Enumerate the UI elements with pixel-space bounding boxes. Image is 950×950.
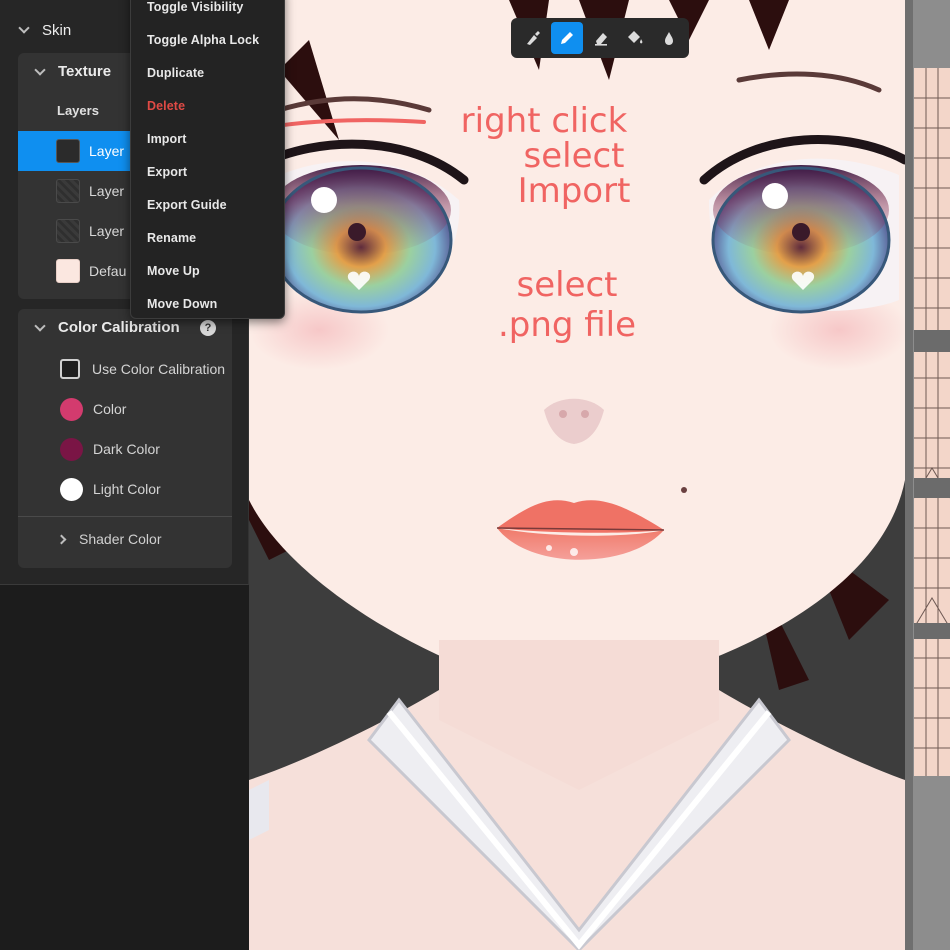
layer-thumbnail [56, 259, 80, 283]
light-color-swatch[interactable] [60, 477, 83, 501]
layer-label: Layer [89, 223, 125, 239]
pencil-icon [561, 32, 573, 44]
divider [18, 516, 232, 517]
menu-item-delete[interactable]: Delete [147, 99, 185, 113]
menu-item-move-up[interactable]: Move Up [147, 264, 200, 278]
menu-item-toggle-alpha-lock[interactable]: Toggle Alpha Lock [147, 33, 259, 47]
color-calibration-title: Color Calibration [58, 319, 180, 336]
brush-tool[interactable] [517, 22, 549, 54]
texture-title: Texture [58, 63, 112, 80]
color-swatch[interactable] [60, 397, 83, 421]
avatar-face-render: right click select Import select .png fi… [249, 0, 905, 950]
eraser-icon [595, 33, 607, 46]
annotation-line-2: select [523, 136, 624, 176]
annotation-line-3: Import [518, 171, 631, 211]
dark-color-label: Dark Color [93, 441, 160, 457]
uv-texture-preview[interactable] [905, 0, 950, 950]
layer-thumbnail [56, 139, 80, 163]
menu-item-toggle-visibility[interactable]: Toggle Visibility [147, 0, 243, 14]
uv-sheet [913, 68, 950, 776]
layer-label: Layer [89, 183, 125, 199]
layer-context-menu: Toggle Visibility Toggle Alpha Lock Dupl… [130, 0, 285, 319]
texture-header[interactable]: Texture [34, 63, 112, 80]
layers-label: Layers [57, 103, 99, 118]
dark-color-swatch[interactable] [60, 437, 83, 461]
menu-item-move-down[interactable]: Move Down [147, 297, 217, 311]
fill-tool[interactable] [619, 22, 651, 54]
shader-color-label: Shader Color [79, 531, 162, 547]
annotation-line-5: .png file [498, 305, 636, 345]
use-color-calibration-toggle[interactable]: Use Color Calibration [60, 349, 225, 389]
color-label: Color [93, 401, 127, 417]
eyedropper-tool[interactable] [653, 22, 685, 54]
menu-item-duplicate[interactable]: Duplicate [147, 66, 204, 80]
chevron-right-icon [56, 534, 67, 544]
color-row[interactable]: Color [60, 389, 126, 429]
pencil-tool[interactable] [551, 22, 583, 54]
menu-item-export[interactable]: Export [147, 165, 187, 179]
menu-item-import[interactable]: Import [147, 132, 187, 146]
eraser-tool[interactable] [585, 22, 617, 54]
eyedropper-icon [665, 32, 673, 45]
panel-splitter[interactable] [905, 0, 913, 950]
light-color-row[interactable]: Light Color [60, 469, 161, 509]
menu-item-export-guide[interactable]: Export Guide [147, 198, 227, 212]
help-icon[interactable]: ? [200, 320, 216, 336]
annotation-line-1: right click [461, 101, 628, 141]
annotation-line-4: select [516, 265, 617, 305]
layer-label: Defau [89, 263, 127, 279]
use-color-calibration-label: Use Color Calibration [92, 361, 226, 377]
uv-grid [913, 68, 950, 776]
layer-thumbnail [56, 219, 80, 243]
color-calibration-card: Color Calibration ? Use Color Calibratio… [18, 309, 232, 568]
layer-label: Layer [89, 143, 125, 159]
chevron-down-icon [34, 63, 46, 76]
brush-icon [527, 31, 540, 45]
dark-color-row[interactable]: Dark Color [60, 429, 160, 469]
use-color-calibration-checkbox[interactable] [60, 359, 80, 379]
3d-viewport[interactable]: right click select Import select .png fi… [249, 0, 905, 950]
skin-section-title: Skin [42, 21, 72, 39]
menu-item-rename[interactable]: Rename [147, 231, 196, 245]
fill-bucket-icon [628, 31, 643, 44]
color-calibration-header[interactable]: Color Calibration [34, 319, 180, 336]
light-color-label: Light Color [93, 481, 161, 497]
layer-thumbnail [56, 179, 80, 203]
chevron-down-icon [18, 22, 30, 34]
shader-color-header[interactable]: Shader Color [56, 531, 162, 547]
paint-toolbar [511, 18, 689, 58]
chevron-down-icon [34, 319, 46, 332]
